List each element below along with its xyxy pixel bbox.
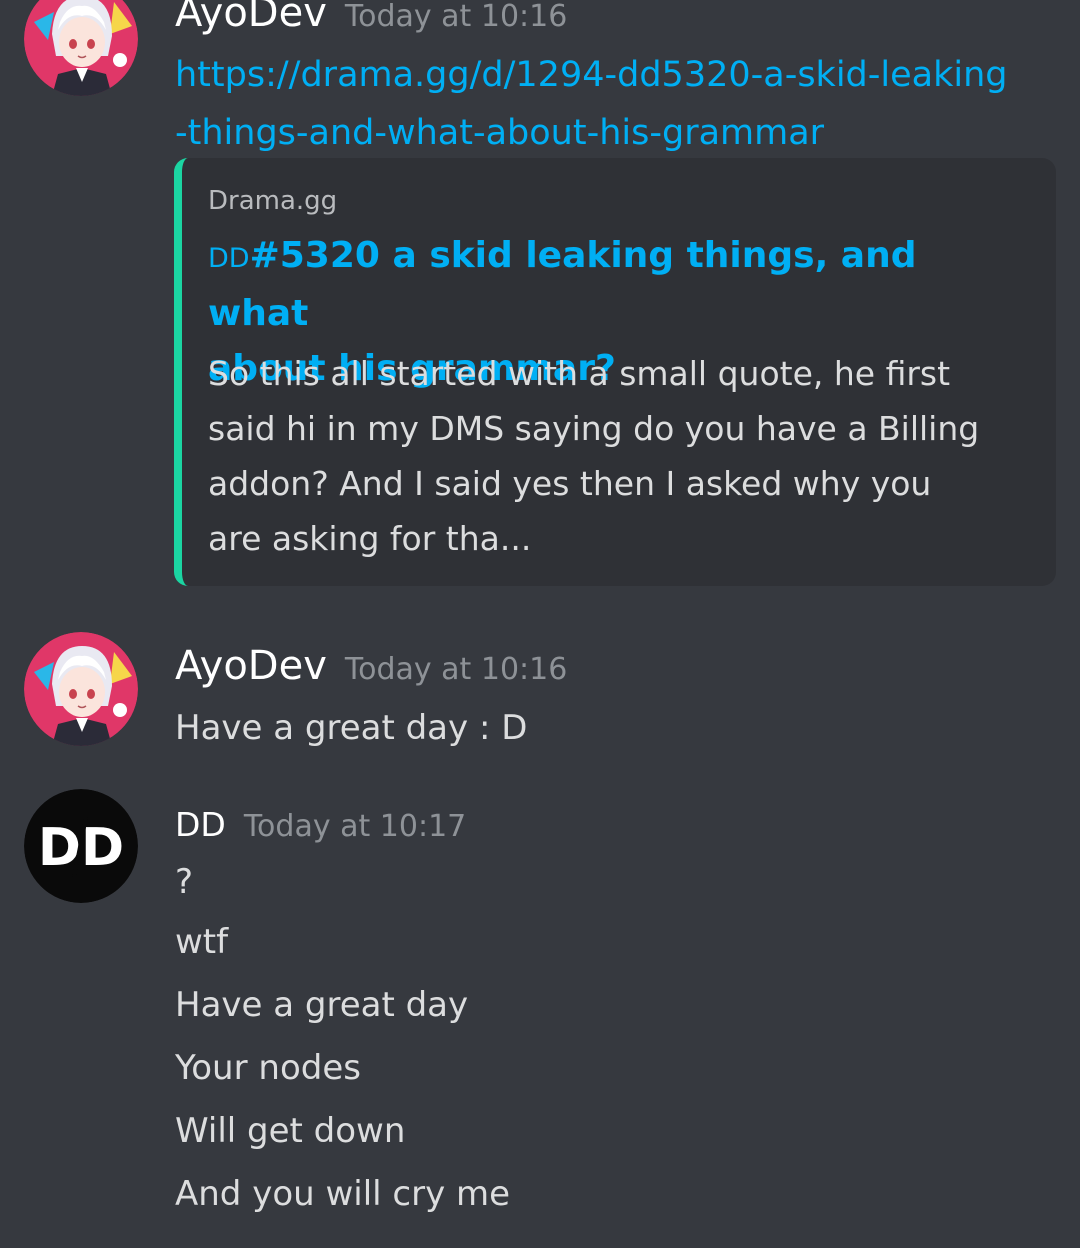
message-link-line-2[interactable]: -things-and-what-about-his-grammar xyxy=(175,104,824,162)
timestamp: Today at 10:17 xyxy=(243,809,467,844)
message-text: wtf xyxy=(175,922,229,962)
timestamp: Today at 10:16 xyxy=(344,0,568,34)
embed-provider[interactable]: Drama.gg xyxy=(208,186,337,216)
anime-avatar-icon[interactable] xyxy=(24,0,138,96)
message-text: Your nodes xyxy=(175,1048,361,1088)
embed-description-line: said hi in my DMS saying do you have a B… xyxy=(208,409,980,448)
embed-title-prefix: DD xyxy=(208,243,250,274)
username[interactable]: AyoDev xyxy=(175,643,327,689)
message-header: AyoDev Today at 10:16 xyxy=(175,643,567,689)
message-text: And you will cry me xyxy=(175,1174,511,1214)
message-text: Have a great day : D xyxy=(175,708,528,748)
message-link-line-1[interactable]: https://drama.gg/d/1294-dd5320-a-skid-le… xyxy=(175,46,1008,104)
embed-description-line: addon? And I said yes then I asked why y… xyxy=(208,464,932,503)
message-header: DD Today at 10:17 xyxy=(175,805,466,844)
message-header: AyoDev Today at 10:16 xyxy=(175,0,567,36)
embed-description: So this all started with a small quote, … xyxy=(208,346,1048,566)
chat-messages: AyoDev Today at 10:16 https://drama.gg/d/… xyxy=(0,0,1080,1248)
timestamp: Today at 10:16 xyxy=(344,652,568,687)
message-text: Have a great day xyxy=(175,985,469,1025)
username[interactable]: DD xyxy=(175,805,226,844)
dd-logo-avatar-icon[interactable]: DD xyxy=(24,789,138,903)
username[interactable]: AyoDev xyxy=(175,0,327,36)
embed-description-line: are asking for tha... xyxy=(208,519,532,558)
embed-title-line-1: #5320 a skid leaking things, and what xyxy=(208,235,917,334)
link-embed: Drama.gg DD#5320 a skid leaking things, … xyxy=(174,158,1056,586)
embed-description-line: So this all started with a small quote, … xyxy=(208,354,951,393)
message-text: Will get down xyxy=(175,1111,406,1151)
anime-avatar-icon[interactable] xyxy=(24,632,138,746)
message-text: ? xyxy=(175,862,194,902)
